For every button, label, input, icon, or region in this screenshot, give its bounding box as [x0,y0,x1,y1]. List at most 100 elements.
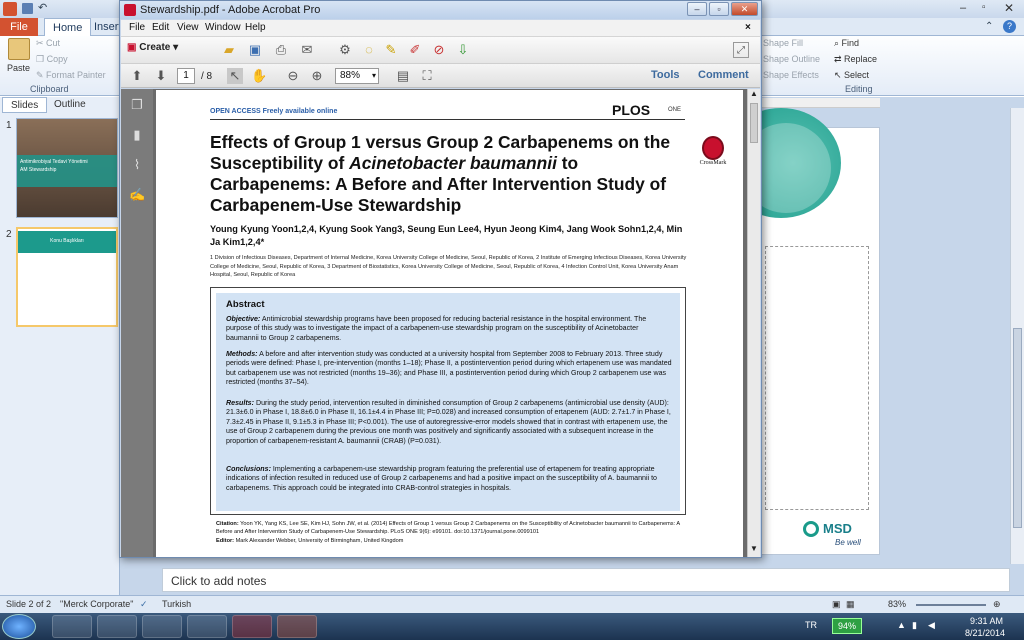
print-icon[interactable]: ⎙ [273,42,289,58]
thumbnail-caption: AM Stewardship [20,167,57,173]
select-button[interactable]: ↖ Select [834,70,869,81]
help-icon[interactable]: ? [1003,20,1016,33]
file-explorer-icon[interactable] [142,615,182,638]
redact-icon[interactable]: ⊘ [431,42,447,58]
clock-time[interactable]: 9:31 AM [970,616,1003,626]
tab-slides[interactable]: Slides [2,97,48,113]
notes-pane[interactable]: Click to add notes [162,568,1010,592]
hand-tool-icon[interactable]: ✋ [251,68,267,84]
export-icon[interactable]: ⇩ [455,42,471,58]
sticky-note-icon[interactable]: ✎ [383,42,399,58]
full-screen-icon[interactable]: ⛶ [419,68,435,84]
acrobat-titlebar[interactable]: Stewardship.pdf - Adobe Acrobat Pro – ▫ … [120,1,761,19]
horizontal-ruler [760,98,880,108]
format-painter-button[interactable]: ✎ Format Painter [36,70,106,81]
zoom-slider[interactable] [916,604,986,606]
menu-edit[interactable]: Edit [152,22,169,33]
copy-button[interactable]: ❐ Copy [36,54,68,65]
powerpoint-taskbar-icon[interactable] [277,615,317,638]
network-icon[interactable]: ▮ [912,620,917,631]
document-vertical-scrollbar[interactable]: ▲ ▼ [747,89,760,557]
cut-button[interactable]: ✂ Cut [36,38,60,49]
save-icon[interactable]: ▣ [247,42,263,58]
binoculars-icon: ⌕ [834,38,842,48]
minimize-ribbon-icon[interactable]: ⌃ [985,21,993,32]
zoom-in-icon[interactable]: ⊕ [993,599,1001,610]
input-language[interactable]: TR [805,620,817,630]
outlook-icon[interactable] [187,615,227,638]
menu-file[interactable]: File [129,22,145,33]
clock-date[interactable]: 8/21/2014 [965,628,1005,638]
page-thumbnails-icon[interactable]: ❐ [129,97,145,113]
document-viewport[interactable]: OPEN ACCESS Freely available online PLOS… [153,89,747,557]
acrobat-window[interactable]: Stewardship.pdf - Adobe Acrobat Pro – ▫ … [119,0,762,558]
expand-icon[interactable]: ⤢ [733,42,749,58]
slide-canvas[interactable]: MSD Be well [721,108,880,555]
internet-explorer-icon[interactable] [97,615,137,638]
shape-effects-button[interactable]: Shape Effects [763,70,819,80]
open-access-badge: OPEN ACCESS Freely available online [210,108,338,115]
acrobat-taskbar-icon[interactable] [232,615,272,638]
previous-page-icon[interactable]: ⬆ [129,68,145,84]
replace-button[interactable]: ⇄ Replace [834,54,877,65]
open-folder-icon[interactable]: ▰ [221,42,237,58]
scroll-thumb[interactable] [1013,328,1022,528]
close-document-icon[interactable]: × [745,22,751,33]
slide-sorter-icon[interactable]: ▦ [846,599,855,610]
sign-icon[interactable]: ✐ [407,42,423,58]
find-button[interactable]: ⌕ Find [834,38,859,49]
show-hidden-icons[interactable]: ▲ [897,620,906,630]
fit-page-icon[interactable]: ▤ [395,68,411,84]
tab-outline[interactable]: Outline [46,97,94,113]
acrobat-close-button[interactable]: ✕ [731,2,758,16]
volume-icon[interactable]: ◀ [928,620,935,631]
scroll-thumb[interactable] [750,103,758,143]
normal-view-icon[interactable]: ▣ [832,599,841,610]
zoom-in-icon[interactable]: ⊕ [309,68,325,84]
undo-icon[interactable]: ↶ [38,1,47,14]
bookmarks-icon[interactable]: ▮ [129,127,145,143]
close-button[interactable]: ✕ [1004,1,1014,15]
powerpoint-app-icon[interactable] [3,2,17,16]
tab-home[interactable]: Home [44,18,92,36]
menu-window[interactable]: Window [205,22,241,33]
tools-pane-button[interactable]: Tools [651,69,680,81]
zoom-level[interactable]: 83% [888,599,906,609]
media-player-icon[interactable] [52,615,92,638]
battery-indicator[interactable]: 94% [832,618,862,634]
maximize-button[interactable]: ▫ [982,2,986,13]
email-icon[interactable]: ✉ [299,42,315,58]
paste-button[interactable]: Paste [7,63,30,73]
signatures-icon[interactable]: ✍ [129,187,145,203]
page-number-input[interactable]: 1 [177,68,195,84]
crossmark-logo[interactable]: CrossMark [696,136,730,176]
content-placeholder[interactable] [765,246,869,510]
zoom-out-icon[interactable]: ⊖ [285,68,301,84]
scroll-down-icon[interactable]: ▼ [750,544,758,553]
shape-fill-button[interactable]: Shape Fill [763,38,803,48]
minimize-button[interactable]: – [960,2,966,14]
settings-gear-icon[interactable]: ⚙ [337,42,353,58]
comment-bubble-icon[interactable]: ◌ [361,42,377,58]
attachments-icon[interactable]: ⌇ [129,157,145,173]
slide-vertical-scrollbar[interactable] [1010,108,1024,564]
spellcheck-icon[interactable]: ✓ [140,599,148,610]
menu-help[interactable]: Help [245,22,266,33]
tab-file[interactable]: File [0,18,38,36]
zoom-select[interactable]: 88% ▾ [335,68,379,84]
select-cursor-icon[interactable]: ↖ [227,68,243,84]
slide-thumbnail-1[interactable]: Antimikrobiyal Tedavi Yönetimi AM Stewar… [16,118,118,218]
language-indicator[interactable]: Turkish [162,599,191,609]
scroll-up-icon[interactable]: ▲ [750,89,758,98]
start-button[interactable] [2,614,36,639]
save-icon[interactable] [22,3,33,14]
slide-thumbnail-2[interactable]: Konu Başlıkları [16,227,118,327]
acrobat-maximize-button[interactable]: ▫ [709,2,729,16]
next-page-icon[interactable]: ⬇ [153,68,169,84]
acrobat-minimize-button[interactable]: – [687,2,707,16]
comment-pane-button[interactable]: Comment [698,69,749,81]
shape-outline-button[interactable]: Shape Outline [763,54,820,64]
menu-view[interactable]: View [177,22,199,33]
create-button[interactable]: ▣ Create ▾ [127,42,178,53]
paste-icon[interactable] [8,38,30,60]
